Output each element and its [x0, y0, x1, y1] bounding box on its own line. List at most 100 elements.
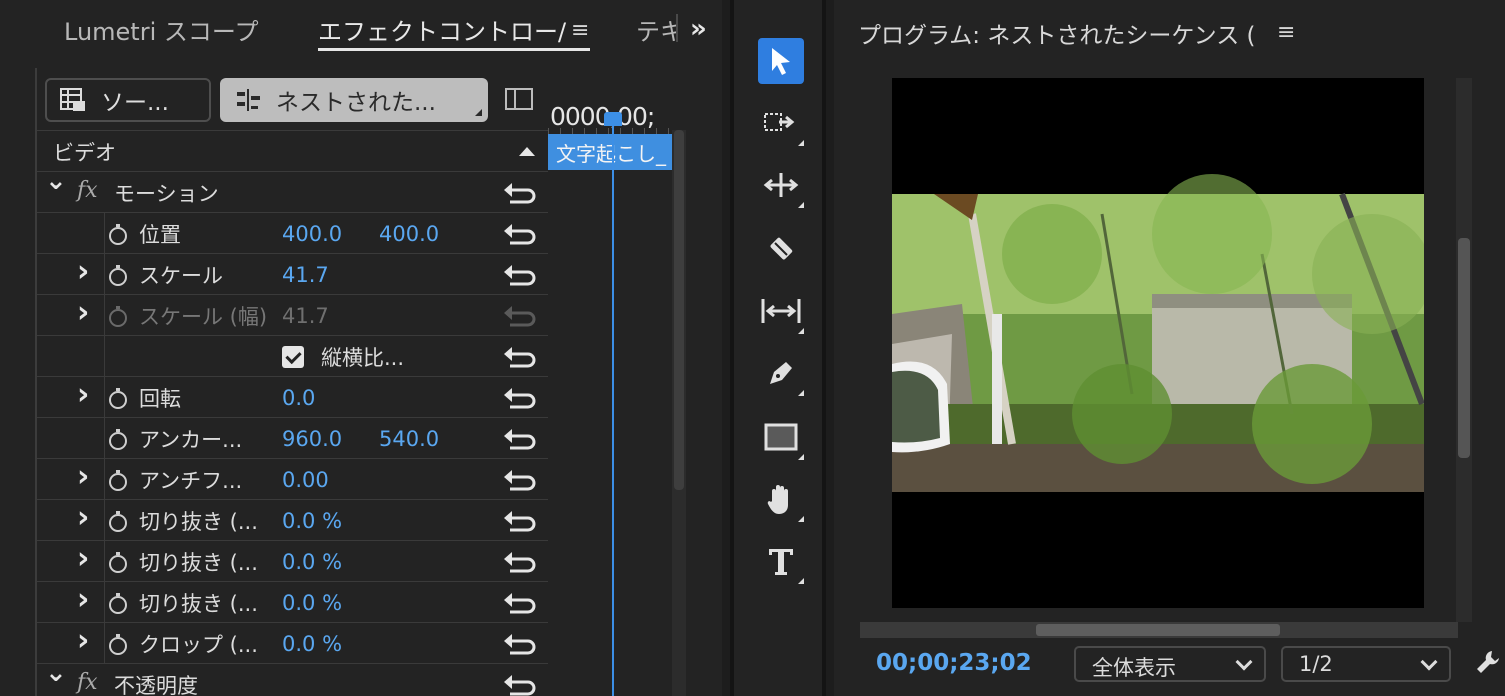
reset-icon[interactable]	[502, 303, 538, 329]
monitor-vertical-scrollbar[interactable]	[1456, 78, 1472, 622]
property-value[interactable]: 0.0 %	[282, 550, 342, 574]
property-name: 切り抜き (...	[139, 551, 258, 575]
property-value[interactable]: 41.7	[282, 263, 329, 287]
reset-icon[interactable]	[502, 467, 538, 493]
property-value[interactable]: 0.0 %	[282, 509, 342, 533]
video-preview[interactable]	[892, 78, 1424, 608]
indent-guide	[104, 459, 105, 499]
property-name: 回転	[139, 387, 181, 411]
fx-icon[interactable]: fx	[77, 670, 98, 695]
chevron-right-icon[interactable]: ›	[77, 377, 89, 412]
slip-tool[interactable]	[756, 286, 806, 336]
zoom-level-dropdown[interactable]: 全体表示	[1074, 646, 1266, 682]
slip-icon	[761, 299, 801, 323]
stopwatch-icon[interactable]	[107, 592, 129, 614]
stopwatch-icon[interactable]	[107, 428, 129, 450]
reset-icon[interactable]	[502, 426, 538, 452]
reset-icon[interactable]	[502, 590, 538, 616]
scrollbar-thumb[interactable]	[1458, 238, 1470, 458]
pen-tool[interactable]	[756, 348, 806, 398]
nested-sequence-icon	[237, 89, 260, 111]
tab-lumetri-scopes[interactable]: Lumetri スコープ	[64, 12, 258, 47]
property-name: アンチフ...	[139, 469, 243, 493]
program-monitor: プログラム: ネストされたシーケンス ( ≡ 00;00;23;02 全体表示 …	[834, 0, 1505, 696]
property-value[interactable]: 400.0	[282, 222, 342, 246]
rectangle-tool[interactable]	[756, 412, 806, 462]
stopwatch-icon[interactable]	[107, 387, 129, 409]
effect-name: 不透明度	[114, 674, 198, 696]
type-t-icon	[769, 549, 793, 575]
chevron-right-icon[interactable]: ›	[77, 623, 89, 658]
reset-icon[interactable]	[502, 508, 538, 534]
property-value[interactable]: 960.0	[282, 427, 342, 451]
ripple-edit-tool[interactable]	[756, 160, 806, 210]
toggle-timeline-icon[interactable]	[505, 88, 533, 110]
effect-controls-scrollbar[interactable]	[672, 130, 686, 696]
hand-tool[interactable]	[756, 474, 806, 524]
stopwatch-icon[interactable]	[107, 264, 129, 286]
playhead-timecode[interactable]: 00;00;23;02	[876, 650, 1032, 676]
type-tool[interactable]	[756, 536, 806, 586]
reset-icon[interactable]	[502, 549, 538, 575]
stopwatch-icon[interactable]	[107, 633, 129, 655]
chevron-down-icon	[1420, 653, 1438, 671]
track-select-tool[interactable]	[756, 98, 806, 148]
chevron-right-icon[interactable]: ›	[77, 500, 89, 535]
chevrons-right-icon[interactable]: »	[690, 14, 707, 44]
chevron-right-icon[interactable]: ›	[77, 459, 89, 494]
monitor-horizontal-scrollbar[interactable]	[860, 622, 1458, 638]
reset-icon[interactable]	[502, 631, 538, 657]
fx-icon[interactable]: fx	[77, 178, 98, 203]
source-clip-button[interactable]: ソー...	[45, 78, 211, 122]
uniform-scale-checkbox[interactable]	[282, 346, 304, 368]
stopwatch-icon[interactable]	[107, 469, 129, 491]
reset-icon[interactable]	[502, 344, 538, 370]
tab-text[interactable]: テキ	[636, 12, 676, 47]
selection-tool[interactable]	[758, 38, 804, 84]
reset-icon[interactable]	[502, 262, 538, 288]
mini-timeline: 0000;00; 文字起こし_	[548, 68, 674, 696]
hamburger-icon[interactable]: ≡	[1277, 20, 1295, 45]
wrench-icon[interactable]	[1474, 648, 1502, 678]
chevron-right-icon[interactable]: ›	[77, 295, 89, 330]
property-value[interactable]: 0.0	[282, 386, 315, 410]
playhead-line	[612, 112, 614, 696]
razor-tool[interactable]	[756, 224, 806, 274]
reset-icon[interactable]	[502, 221, 538, 247]
property-row: › アンチフ... 0.00	[37, 458, 550, 499]
property-name: 位置	[139, 223, 181, 247]
stopwatch-icon[interactable]	[107, 551, 129, 573]
reset-icon[interactable]	[502, 180, 538, 206]
tab-effect-controls[interactable]: エフェクトコントロー/	[318, 12, 570, 47]
chevron-down-icon[interactable]: ⌄	[45, 658, 67, 688]
property-value[interactable]: 0.00	[282, 468, 329, 492]
property-value-2[interactable]: 540.0	[379, 427, 439, 451]
arrow-cursor-icon	[772, 48, 790, 75]
collapse-up-icon[interactable]	[519, 147, 535, 156]
property-value-2[interactable]: 400.0	[379, 222, 439, 246]
hamburger-icon[interactable]: ≡	[571, 18, 593, 43]
scrollbar-thumb[interactable]	[1036, 624, 1280, 636]
indent-guide	[104, 582, 105, 622]
reset-icon[interactable]	[502, 385, 538, 411]
stopwatch-icon[interactable]	[107, 305, 129, 327]
scrollbar-thumb[interactable]	[674, 130, 684, 490]
sequence-button[interactable]: ネストされた...	[220, 78, 488, 122]
chevron-right-icon[interactable]: ›	[77, 541, 89, 576]
chevron-right-icon[interactable]: ›	[77, 582, 89, 617]
stopwatch-icon[interactable]	[107, 223, 129, 245]
property-row: › クロップ (... 0.0 %	[37, 622, 550, 663]
chevron-right-icon[interactable]: ›	[77, 254, 89, 289]
property-value[interactable]: 0.0 %	[282, 591, 342, 615]
playback-resolution-dropdown[interactable]: 1/2	[1281, 646, 1451, 682]
timeline-clip[interactable]: 文字起こし_	[548, 134, 672, 170]
reset-icon[interactable]	[502, 672, 538, 696]
indent-guide	[104, 254, 105, 294]
chevron-down-icon[interactable]: ⌄	[45, 166, 67, 196]
property-value[interactable]: 0.0 %	[282, 632, 342, 656]
stopwatch-icon[interactable]	[107, 510, 129, 532]
property-row: › 切り抜き (... 0.0 %	[37, 499, 550, 540]
hand-icon	[767, 485, 788, 514]
program-monitor-title[interactable]: プログラム: ネストされたシーケンス (	[858, 16, 1278, 50]
property-row: › スケール (幅) 41.7	[37, 294, 550, 335]
